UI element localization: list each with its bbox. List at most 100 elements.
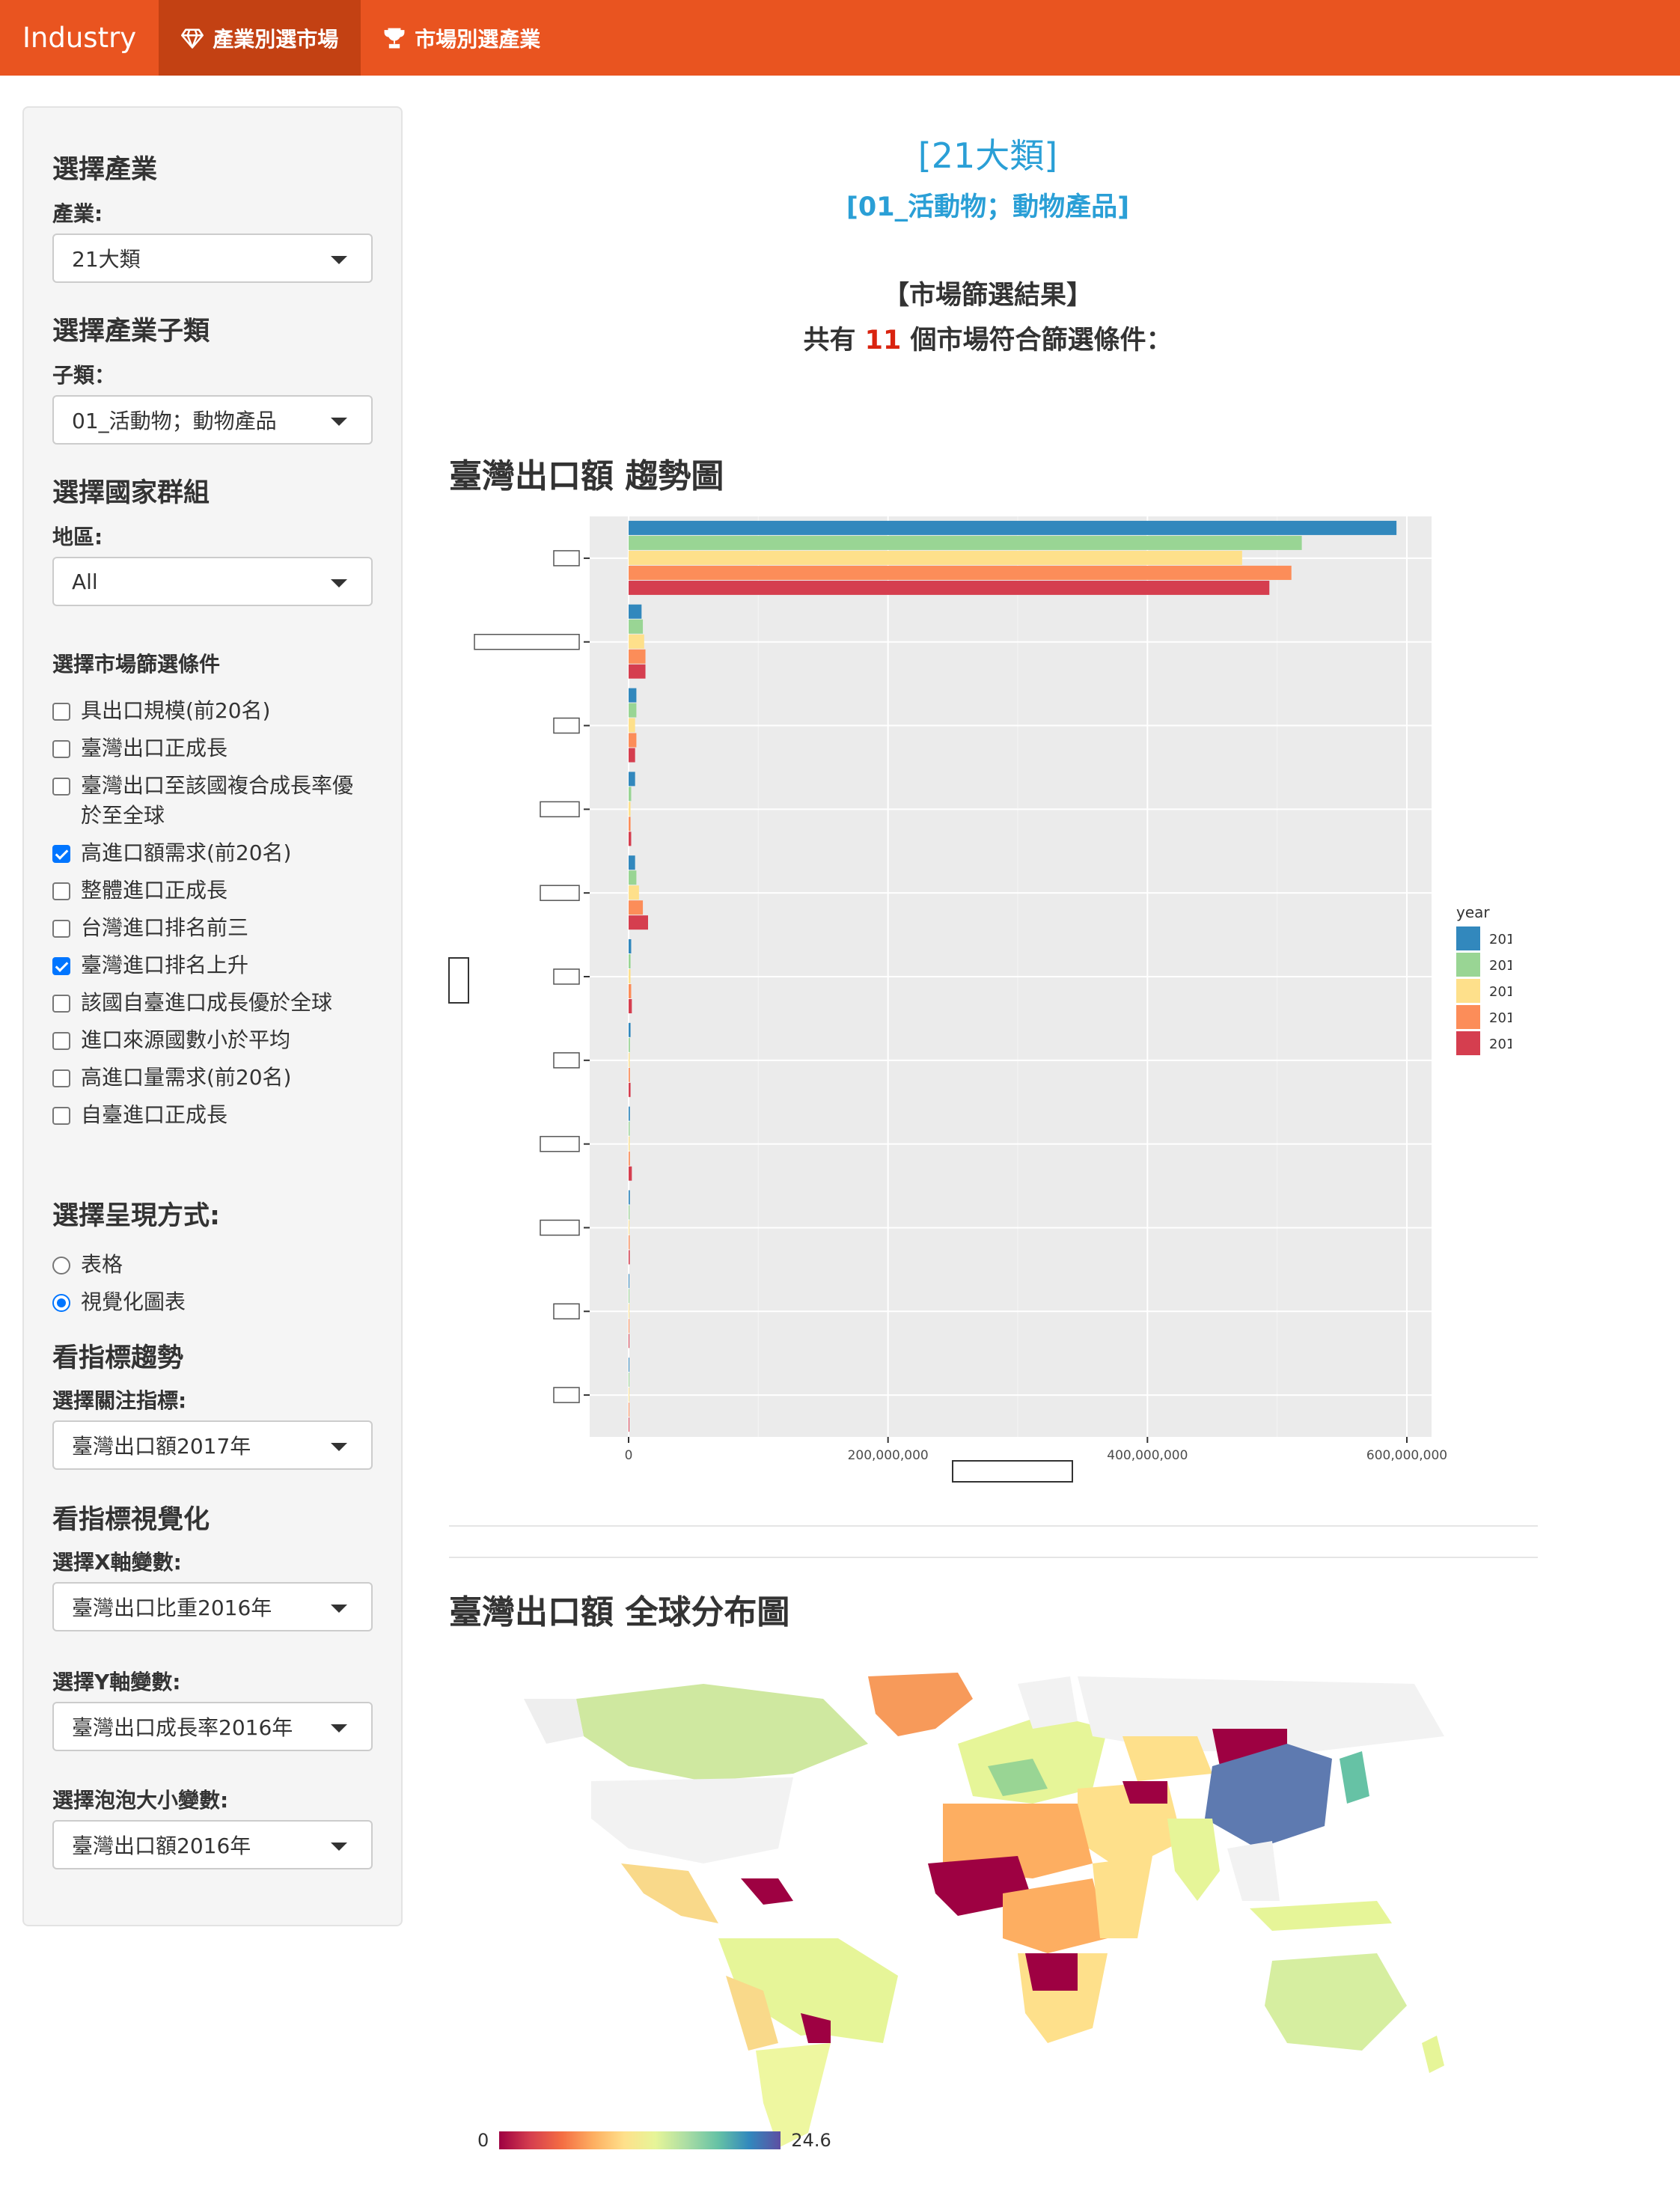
filter-checkbox-import-demand[interactable]: 高進口額需求(前20名) (52, 838, 382, 868)
region-india (1167, 1819, 1220, 1901)
divider (449, 1557, 1538, 1558)
bar-2016 (629, 1106, 630, 1121)
filter-label: 臺灣進口排名上升 (81, 953, 249, 977)
bar-2013 (629, 1067, 630, 1082)
x-axis-label: 選擇X軸變數: (52, 1550, 182, 1575)
bar-2015 (629, 870, 637, 885)
y-tick-label-glyph (540, 1135, 580, 1153)
filter-label: 臺灣出口至該國複合成長率優於至全球 (81, 773, 354, 828)
region-japan-korea (1340, 1751, 1369, 1804)
navbar-brand[interactable]: Industry (0, 0, 159, 76)
checkbox[interactable] (52, 920, 70, 938)
checkbox[interactable] (52, 740, 70, 758)
display-radio-chart[interactable]: 視覺化圖表 (52, 1287, 382, 1317)
legend-swatch-2016 (1456, 926, 1480, 950)
bar-2012 (629, 999, 632, 1013)
display-radio-table[interactable]: 表格 (52, 1250, 382, 1280)
map-legend-gradient (499, 2131, 781, 2149)
industry-select-value: 21大類 (72, 247, 141, 272)
result-prefix: 共有 (803, 326, 865, 355)
region-kazakhstan (1122, 1736, 1212, 1781)
filter-checkbox-vs-global[interactable]: 該國自臺進口成長優於全球 (52, 988, 382, 1018)
x-tick-label: 0 (625, 1448, 633, 1463)
checkbox[interactable] (52, 1069, 70, 1087)
region-label: 地區: (52, 525, 103, 549)
filter-label: 整體進口正成長 (81, 878, 228, 903)
checkbox[interactable] (52, 995, 70, 1013)
filter-checkbox-top3[interactable]: 台灣進口排名前三 (52, 913, 382, 943)
filter-checkbox-sources[interactable]: 進口來源國數小於平均 (52, 1025, 382, 1055)
bar-2014 (629, 802, 631, 816)
category-title: [21大類] (917, 135, 1058, 176)
bar-2014 (629, 718, 635, 733)
bar-2013 (629, 984, 632, 998)
checkbox[interactable] (52, 778, 70, 796)
chevron-down-icon (331, 1724, 347, 1733)
bar-2015 (629, 1037, 630, 1052)
result-summary: 共有 11 個市場符合篩選條件： (419, 319, 1557, 357)
filter-label: 自臺進口正成長 (81, 1102, 228, 1127)
tab-industry-to-market[interactable]: 產業別選市場 (159, 0, 361, 76)
diamond-icon (181, 28, 204, 49)
bubble-select[interactable]: 臺灣出口額2016年 (52, 1820, 373, 1869)
filter-checkbox-volume[interactable]: 高進口量需求(前20名) (52, 1063, 382, 1093)
filter-checkbox-rank-rise[interactable]: 臺灣進口排名上升 (52, 950, 382, 980)
radio-label: 表格 (81, 1252, 123, 1277)
y-axis-title-glyph (448, 957, 469, 1004)
bar-2013 (629, 900, 644, 915)
trend-bar-chart: 0 200,000,000 400,000,000 600,000,000 year 2… (448, 516, 1512, 1483)
x-axis-select[interactable]: 臺灣出口比重2016年 (52, 1582, 373, 1631)
filter-checkbox-from-taiwan[interactable]: 自臺進口正成長 (52, 1100, 382, 1130)
checkbox-checked[interactable] (52, 845, 70, 863)
filter-label: 臺灣出口正成長 (81, 736, 228, 760)
region-mexico (621, 1863, 718, 1923)
filter-checkbox-export-scale[interactable]: 具出口規模(前20名) (52, 696, 382, 726)
y-tick-label-glyph (474, 633, 580, 650)
filter-checkbox-cagr[interactable]: 臺灣出口至該國複合成長率優於至全球 (52, 771, 367, 831)
subclass-select[interactable]: 01_活動物；動物產品 (52, 395, 373, 445)
trophy-icon (384, 28, 405, 48)
industry-label: 產業: (52, 201, 103, 226)
y-axis-select[interactable]: 臺灣出口成長率2016年 (52, 1702, 373, 1751)
checkbox[interactable] (52, 882, 70, 900)
bubble-select-value: 臺灣出口額2016年 (72, 1834, 251, 1858)
chevron-down-icon (331, 1605, 347, 1613)
bar-2014 (629, 969, 631, 983)
checkbox[interactable] (52, 1032, 70, 1050)
region-select[interactable]: All (52, 557, 373, 606)
legend-swatch-2014 (1456, 979, 1480, 1003)
region-caribbean (741, 1878, 793, 1905)
tab-market-to-industry[interactable]: 市場別選產業 (361, 0, 563, 76)
region-new-zealand (1422, 2036, 1444, 2073)
region-iran (1122, 1781, 1167, 1804)
region-canada (576, 1684, 868, 1781)
checkbox[interactable] (52, 1107, 70, 1125)
bar-2012 (629, 915, 648, 930)
bar-2016 (629, 772, 635, 787)
filter-checkbox-export-growth[interactable]: 臺灣出口正成長 (52, 733, 382, 763)
bar-2016 (629, 1190, 630, 1205)
bar-2016 (629, 1022, 631, 1037)
region-greenland (868, 1673, 973, 1736)
bar-2015 (629, 787, 632, 802)
region-east-africa (1093, 1856, 1152, 1938)
bar-2013 (629, 649, 646, 664)
industry-select[interactable]: 21大類 (52, 233, 373, 283)
legend-title: year (1456, 903, 1490, 921)
result-heading: 【市場篩選結果】 (882, 281, 1093, 311)
filter-checkbox-import-growth[interactable]: 整體進口正成長 (52, 876, 382, 906)
viz-heading: 看指標視覺化 (52, 1505, 210, 1535)
x-axis-title-glyph (952, 1460, 1073, 1483)
trend-select[interactable]: 臺灣出口額2017年 (52, 1420, 373, 1470)
y-tick-label-glyph (553, 717, 580, 734)
subclass-label: 子類： (52, 363, 116, 388)
bar-2012 (629, 748, 635, 763)
radio-selected[interactable] (52, 1294, 70, 1312)
display-heading: 選擇呈現方式: (52, 1201, 220, 1231)
checkbox-checked[interactable] (52, 957, 70, 975)
radio[interactable] (52, 1257, 70, 1274)
bubble-label: 選擇泡泡大小變數: (52, 1788, 229, 1813)
bar-2013 (629, 1151, 630, 1166)
checkbox[interactable] (52, 703, 70, 721)
tab-industry-to-market-label: 產業別選市場 (213, 26, 339, 52)
